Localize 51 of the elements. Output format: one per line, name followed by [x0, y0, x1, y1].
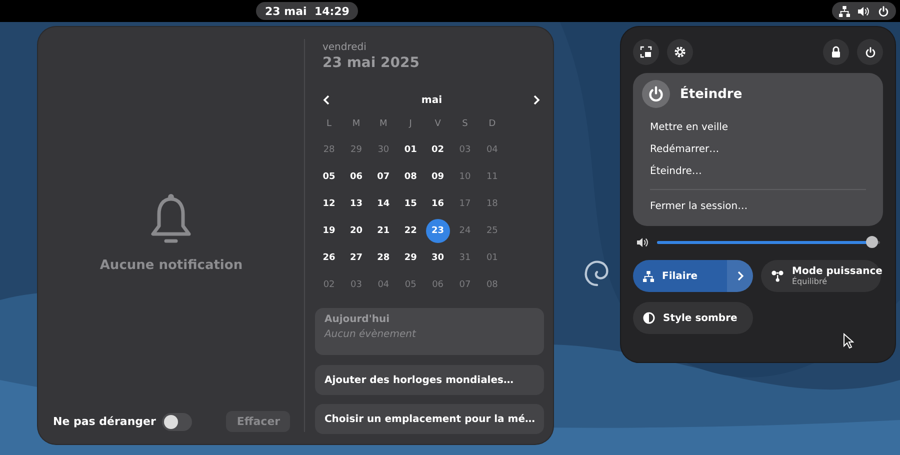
clock[interactable]: 23 mai 14:29 — [256, 2, 358, 20]
calendar-day[interactable]: 22 — [398, 218, 423, 242]
weekday-header: S — [462, 119, 468, 129]
events-title: Aujourd'hui — [324, 314, 391, 325]
calendar-day[interactable]: 09 — [426, 164, 450, 188]
calendar-day[interactable]: 16 — [426, 192, 450, 216]
weekday-header: M — [380, 119, 388, 129]
do-not-disturb-label: Ne pas déranger — [53, 415, 156, 428]
calendar-day[interactable]: 13 — [344, 192, 368, 216]
quick-toggle[interactable]: Mode puissance Équilibré — [761, 260, 881, 292]
quick-toggle[interactable]: Filaire — [633, 260, 753, 292]
calendar-day[interactable]: 06 — [344, 164, 368, 188]
toggle-label: Style sombre — [663, 312, 738, 324]
power-menu-item[interactable]: Fermer la session… — [650, 196, 866, 218]
calendar-day[interactable]: 05 — [317, 164, 342, 188]
calendar-day[interactable]: 08 — [398, 164, 423, 188]
calendar-day[interactable]: 30 — [426, 246, 450, 270]
calendar-day[interactable]: 19 — [317, 218, 342, 242]
weekday-header: L — [326, 119, 332, 129]
quick-toggle[interactable]: Style sombre — [633, 302, 753, 334]
weekday-header: V — [434, 119, 441, 129]
calendar-day[interactable]: 02 — [426, 138, 450, 162]
toggle-label: Mode puissance — [792, 266, 882, 277]
calendar-action-button[interactable]: Ajouter des horloges mondiales… — [315, 365, 544, 395]
weekday-header: D — [488, 119, 496, 129]
weekday-label: vendredi — [322, 42, 368, 53]
month-label: mai — [421, 94, 442, 106]
toggle-subtitle: Équilibré — [792, 277, 828, 286]
calendar-day[interactable]: 21 — [371, 218, 396, 242]
calendar-day[interactable]: 15 — [398, 192, 423, 216]
calendar-day[interactable]: 07 — [371, 164, 396, 188]
weekday-header: M — [352, 119, 360, 129]
weekday-header: J — [409, 119, 412, 129]
toggle-label: Filaire — [662, 270, 699, 282]
calendar-day[interactable]: 14 — [371, 192, 396, 216]
calendar-day[interactable]: 20 — [344, 218, 368, 242]
power-menu-item[interactable]: Redémarrer… — [650, 139, 866, 161]
calendar-day[interactable]: 28 — [371, 246, 396, 270]
date-heading: 23 mai 2025 — [322, 55, 420, 71]
power-menu-title: Éteindre — [680, 86, 742, 102]
calendar-day[interactable]: 12 — [317, 192, 342, 216]
calendar-day[interactable]: 23 — [426, 218, 450, 242]
power-menu-item[interactable]: Éteindre… — [650, 161, 866, 183]
empty-notifications-label: Aucune notification — [100, 258, 243, 273]
calendar-action-button[interactable]: Choisir un emplacement pour la mé… — [315, 404, 544, 434]
calendar-day[interactable]: 29 — [398, 246, 423, 270]
calendar-day[interactable]: 27 — [344, 246, 368, 270]
power-menu-item[interactable]: Mettre en veille — [650, 117, 866, 139]
calendar-day[interactable]: 01 — [398, 138, 423, 162]
no-events-label: Aucun évènement — [324, 329, 418, 340]
calendar-day[interactable]: 26 — [317, 246, 342, 270]
